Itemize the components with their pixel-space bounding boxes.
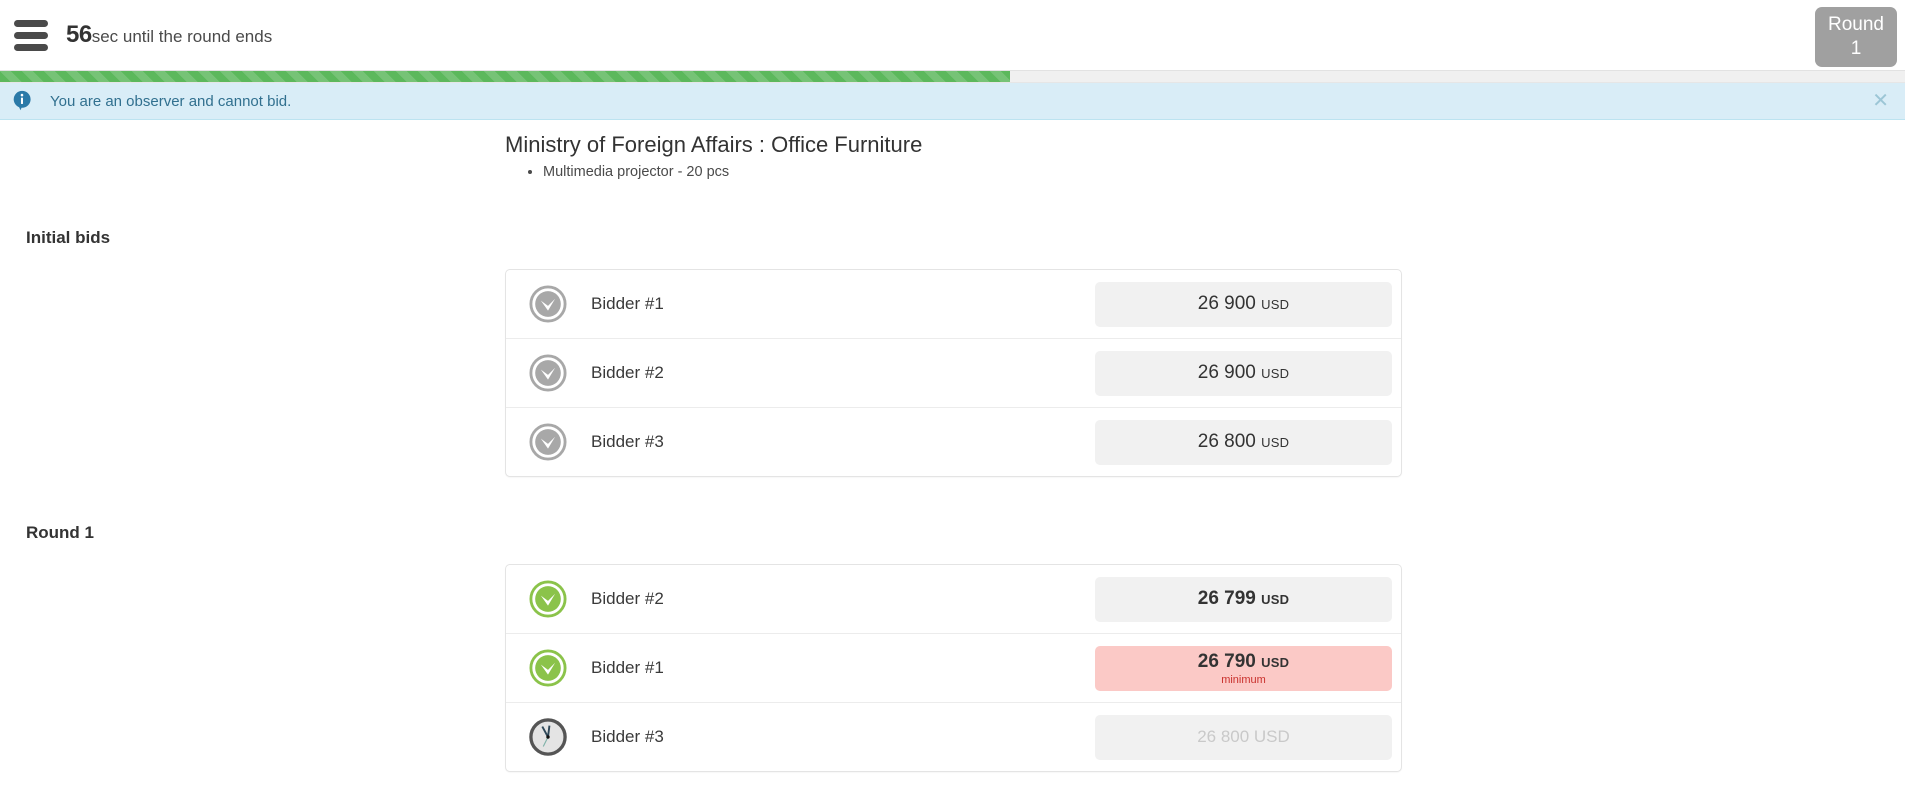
- bid-amount: 26 800 USD: [1198, 431, 1289, 453]
- bidder-name: Bidder #2: [591, 363, 664, 382]
- bid-currency: USD: [1261, 592, 1290, 607]
- round-progress-fill: [0, 71, 1010, 82]
- info-icon: [13, 90, 31, 111]
- bid-amount: 26 900 USD: [1198, 293, 1289, 315]
- bid-amount-box: 26 900 USD: [1095, 350, 1392, 396]
- bid-amount-number: 26 790: [1197, 650, 1256, 672]
- bid-currency: USD: [1261, 297, 1290, 312]
- bidder-name: Bidder #1: [591, 294, 664, 313]
- observer-alert-message: You are an observer and cannot bid.: [50, 92, 292, 110]
- timer-label: sec until the round ends: [91, 27, 273, 46]
- hamburger-icon[interactable]: [14, 19, 48, 51]
- observer-alert: You are an observer and cannot bid. ✕: [0, 83, 1905, 120]
- lot-title: Ministry of Foreign Affairs : Office Fur…: [505, 132, 923, 157]
- lot-item: Multimedia projector - 20 pcs: [543, 162, 1405, 182]
- bidder-name: Bidder #1: [591, 658, 664, 677]
- bid-amount: 26 790 USD: [1198, 651, 1289, 673]
- close-icon[interactable]: ✕: [1872, 91, 1889, 111]
- section-heading: Initial bids: [26, 228, 111, 247]
- bid-currency: USD: [1261, 366, 1290, 381]
- bid-amount-number: 26 799: [1197, 588, 1256, 609]
- bid-amount-number: 26 800: [1197, 431, 1256, 452]
- round-badge[interactable]: Round 1: [1815, 7, 1897, 67]
- bid-amount: 26 900 USD: [1198, 362, 1289, 384]
- bid-row: Bidder #2 26 799 USD: [506, 565, 1401, 634]
- bid-currency: USD: [1261, 435, 1290, 450]
- bid-sections: Initial bids Bidder #1 26 900 USD Bidder #2…: [0, 228, 1905, 772]
- bid-amount-box: 26 800 USD: [1095, 419, 1392, 465]
- accepted-gray-check-icon: [529, 285, 567, 323]
- timer-seconds: 56: [66, 21, 92, 48]
- bid-amount-box: 26 800 USD: [1095, 714, 1392, 760]
- bidder-name: Bidder #3: [591, 432, 664, 451]
- bid-row: Bidder #1 26 790 USD minimum: [506, 634, 1401, 703]
- accepted-green-check-icon: [529, 649, 567, 687]
- bid-amount-box: 26 799 USD: [1095, 576, 1392, 622]
- hamburger-bar: [14, 19, 48, 27]
- round-timer: 56sec until the round ends: [66, 21, 272, 49]
- bid-amount-number: 26 900: [1197, 362, 1256, 383]
- bid-minimum-label: minimum: [1221, 673, 1266, 686]
- round-badge-value: 1: [1850, 38, 1862, 59]
- accepted-gray-check-icon: [529, 423, 567, 461]
- bid-amount-box: 26 900 USD: [1095, 281, 1392, 327]
- top-header-bar: 56sec until the round ends Round 1: [0, 0, 1905, 71]
- bid-amount: 26 800 USD: [1197, 727, 1290, 746]
- bid-row: Bidder #3 26 800 USD: [506, 703, 1401, 771]
- round-progress-bar: [0, 71, 1905, 83]
- bid-list-card: Bidder #1 26 900 USD Bidder #2 26 900 USD Bi…: [505, 269, 1402, 477]
- accepted-gray-check-icon: [529, 354, 567, 392]
- round-badge-label: Round: [1828, 14, 1884, 35]
- bid-currency: USD: [1261, 654, 1290, 670]
- bid-row: Bidder #1 26 900 USD: [506, 270, 1401, 339]
- hamburger-bar: [14, 31, 48, 39]
- waiting-clock-icon: [529, 718, 567, 756]
- bid-amount-number: 26 900: [1197, 293, 1256, 314]
- lot-item-list: Multimedia projector - 20 pcs: [505, 162, 1405, 182]
- bidder-name: Bidder #3: [591, 727, 664, 746]
- bid-amount: 26 799 USD: [1198, 588, 1289, 610]
- section-heading: Round 1: [26, 523, 94, 542]
- auction-content: Ministry of Foreign Affairs : Office Fur…: [0, 120, 1905, 772]
- bidder-name: Bidder #2: [591, 589, 664, 608]
- bid-row: Bidder #2 26 900 USD: [506, 339, 1401, 408]
- bid-row: Bidder #3 26 800 USD: [506, 408, 1401, 476]
- lot-header: Ministry of Foreign Affairs : Office Fur…: [505, 132, 1405, 182]
- accepted-green-check-icon: [529, 580, 567, 618]
- hamburger-bar: [14, 43, 48, 51]
- bid-amount-box: 26 790 USD minimum: [1095, 645, 1392, 691]
- bid-list-card: Bidder #2 26 799 USD Bidder #1 26 790 USD mi…: [505, 564, 1402, 772]
